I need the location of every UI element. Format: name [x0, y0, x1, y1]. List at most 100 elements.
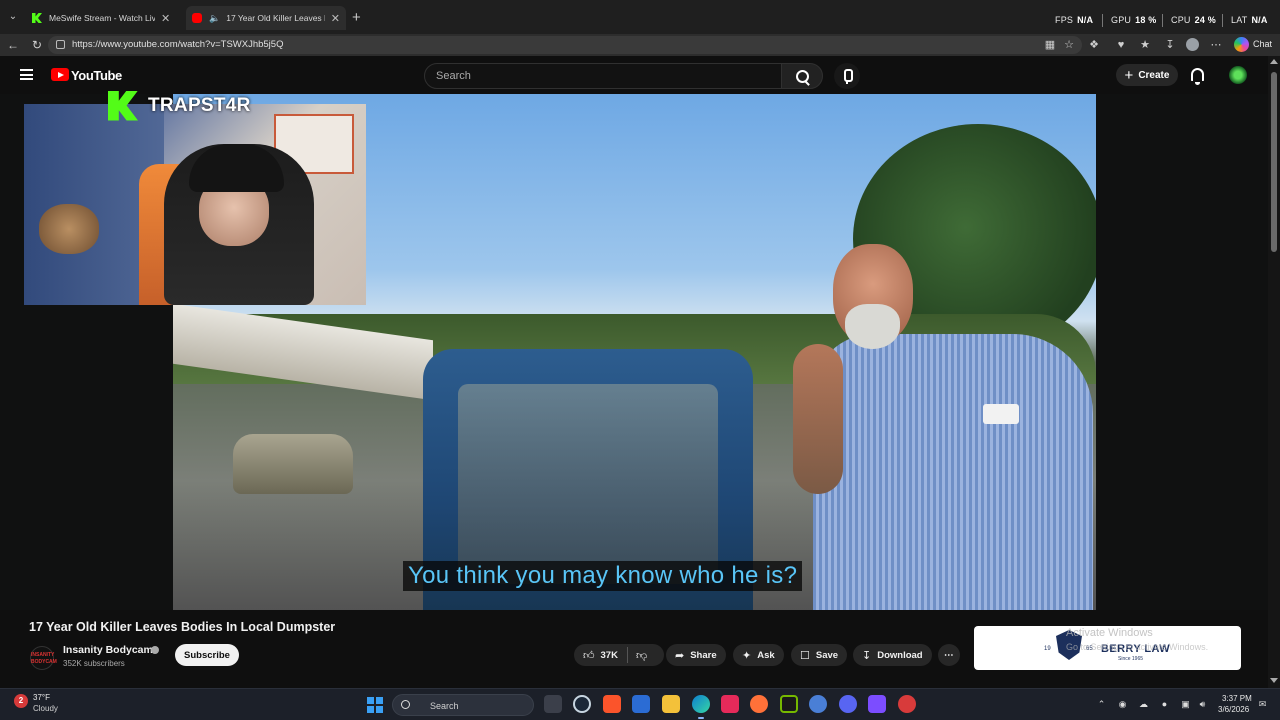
youtube-logo-icon[interactable] [51, 68, 69, 81]
ask-label: Ask [757, 649, 775, 661]
ad-year-left: 19 [1044, 646, 1051, 652]
tray-network-icon[interactable]: ▣ [1180, 699, 1191, 710]
channel-avatar[interactable]: INSANITY BODYCAM [30, 646, 57, 670]
create-button[interactable]: + Create [1116, 64, 1178, 86]
ask-button[interactable]: ✦ Ask [733, 644, 784, 666]
windows-start-icon[interactable] [367, 697, 383, 713]
favorites-icon[interactable]: ★ [1138, 38, 1152, 52]
guide-menu-icon[interactable] [20, 69, 33, 80]
nvidia-icon[interactable] [780, 695, 798, 713]
obs-icon[interactable] [809, 695, 827, 713]
speaker-icon[interactable]: 🔈 [209, 13, 220, 24]
like-divider [626, 647, 628, 663]
notifications-bell-icon[interactable] [1191, 68, 1204, 85]
tattooed-arm [793, 344, 843, 494]
browser-toolbar: ← ↻ https://www.youtube.com/watch?v=TSWX… [0, 34, 1280, 56]
thumbs-down-icon[interactable]: 👎︎ [636, 649, 647, 662]
tray-chevron-up-icon[interactable]: ⌃ [1096, 699, 1107, 710]
save-button[interactable]: ☐ Save [791, 644, 848, 666]
more-menu-icon[interactable]: ⋯ [1209, 38, 1223, 52]
tray-mic-icon[interactable]: ● [1159, 699, 1170, 710]
tray-app-icon[interactable]: ◉ [1117, 699, 1128, 710]
browser-tab-youtube-video[interactable]: 🔈 17 Year Old Killer Leaves Bodie ✕ [186, 6, 346, 30]
cpu-readout: CPU 24 % [1171, 15, 1216, 25]
taskbar-search-box[interactable]: Search [392, 694, 534, 716]
scroll-down-arrow-icon[interactable] [1270, 678, 1278, 683]
plus-icon: + [1124, 66, 1134, 84]
like-count[interactable]: 37K [601, 650, 618, 661]
subtitle-box: You think you may know who he is? [403, 561, 803, 591]
beard [845, 304, 900, 349]
share-arrow-icon: ➦ [675, 649, 685, 662]
clock-time[interactable]: 3:37 PM [1222, 694, 1252, 703]
video-scene-cart-window [458, 384, 718, 584]
page-scrollbar[interactable] [1268, 56, 1280, 688]
edge-icon[interactable] [692, 695, 710, 713]
url-text[interactable]: https://www.youtube.com/watch?v=TSWXJhb5… [72, 39, 283, 50]
calculator-icon[interactable] [632, 695, 650, 713]
scrollbar-thumb[interactable] [1271, 72, 1277, 252]
tray-cloud-icon[interactable]: ☁ [1138, 699, 1149, 710]
weather-alert-icon[interactable]: 2 [14, 694, 28, 708]
youtube-favicon-icon [192, 13, 202, 23]
download-label: Download [877, 649, 923, 661]
browser-tab-kick-stream[interactable]: MeSwife Stream - Watch Live ✕ [26, 6, 184, 30]
tab-label: MeSwife Stream - Watch Live [49, 13, 155, 23]
scroll-up-arrow-icon[interactable] [1270, 59, 1278, 64]
account-avatar[interactable] [1229, 66, 1247, 84]
favorite-star-icon[interactable]: ☆ [1062, 38, 1076, 52]
firefox-icon[interactable] [750, 695, 768, 713]
video-title: 17 Year Old Killer Leaves Bodies In Loca… [29, 620, 336, 634]
weather-temperature[interactable]: 37°F [33, 693, 50, 702]
create-label: Create [1138, 69, 1170, 81]
notification-center-icon[interactable]: ✉ [1257, 699, 1268, 710]
search-input[interactable]: Search [424, 63, 782, 89]
ad-since-text: Since 1965 [1118, 656, 1144, 662]
site-info-icon[interactable] [56, 40, 65, 49]
teams-icon[interactable] [868, 695, 886, 713]
extensions-icon[interactable]: ❖ [1087, 38, 1101, 52]
tab-list-chevron-icon[interactable]: ⌄ [6, 10, 20, 24]
app-available-icon[interactable]: ▦ [1043, 38, 1057, 52]
download-button[interactable]: ↧ Download [853, 644, 932, 666]
steam-icon[interactable] [573, 695, 591, 713]
latency-readout: LAT N/A [1231, 15, 1268, 25]
profile-avatar[interactable] [1186, 38, 1199, 51]
gpu-readout: GPU 18 % [1111, 15, 1157, 25]
youtube-logo-text[interactable]: YouTube [71, 68, 122, 83]
edge-active-indicator [698, 717, 704, 719]
kick-logo-icon [108, 90, 138, 121]
subscribe-button[interactable]: Subscribe [175, 644, 239, 666]
close-tab-icon[interactable]: ✕ [161, 12, 170, 25]
close-tab-icon[interactable]: ✕ [331, 12, 340, 25]
app-with-badge-icon[interactable] [898, 695, 916, 713]
thumbs-up-icon[interactable]: 👍︎ [583, 649, 595, 662]
reload-icon[interactable]: ↻ [30, 38, 44, 52]
microphone-icon[interactable] [834, 63, 860, 89]
channel-name[interactable]: Insanity Bodycam [63, 644, 153, 656]
tray-volume-icon[interactable]: 🔊︎ [1197, 699, 1208, 710]
task-view-icon[interactable] [544, 695, 562, 713]
search-icon [401, 700, 410, 709]
verified-badge-icon [151, 646, 159, 654]
file-explorer-icon[interactable] [662, 695, 680, 713]
tiktok-icon[interactable] [721, 695, 739, 713]
like-dislike-button[interactable]: 👍︎ 37K 👎︎ [574, 644, 664, 666]
more-actions-button[interactable]: ⋯ [938, 644, 960, 666]
clock-date[interactable]: 3/6/2026 [1218, 705, 1249, 714]
brave-icon[interactable] [603, 695, 621, 713]
downloads-icon[interactable]: ↧ [1163, 38, 1177, 52]
streamer-webcam [24, 104, 366, 305]
address-bar[interactable]: https://www.youtube.com/watch?v=TSWXJhb5… [48, 36, 1082, 54]
browser-essentials-icon[interactable]: ♥ [1114, 38, 1128, 52]
copilot-icon[interactable] [1234, 37, 1249, 52]
back-arrow-icon[interactable]: ← [6, 38, 20, 52]
perf-divider [1222, 14, 1223, 27]
weather-condition[interactable]: Cloudy [33, 704, 58, 713]
windows-taskbar: 2 37°F Cloudy Search ⌃ ◉ ☁ ● ▣ 🔊︎ 3:37 P… [0, 688, 1280, 720]
chat-label[interactable]: Chat [1253, 39, 1272, 49]
new-tab-plus-icon[interactable]: + [352, 9, 361, 26]
share-button[interactable]: ➦ Share [666, 644, 726, 666]
search-icon[interactable] [781, 63, 823, 89]
discord-icon[interactable] [839, 695, 857, 713]
